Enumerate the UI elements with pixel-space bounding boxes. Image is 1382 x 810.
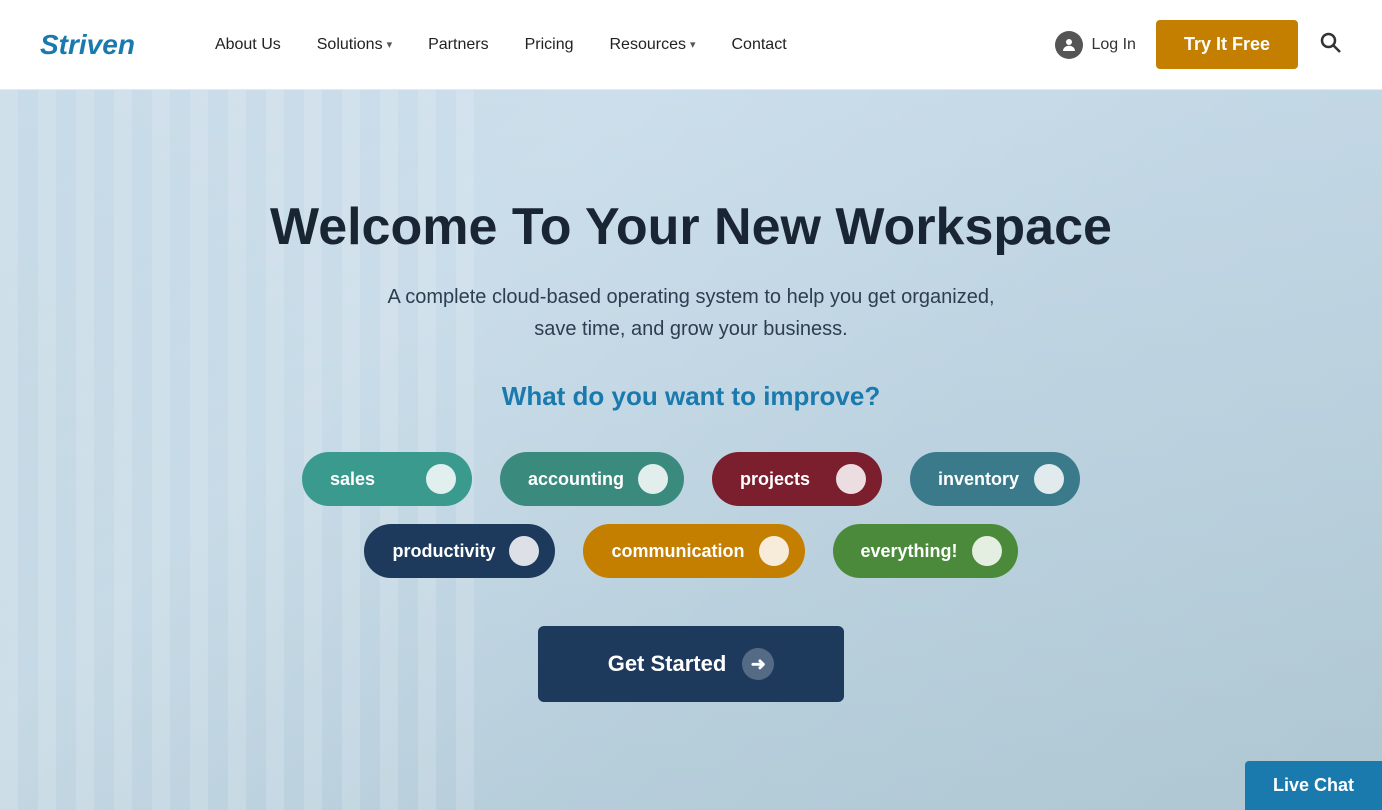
resources-chevron-icon: ▾: [690, 38, 696, 51]
pills-row-2: productivity communication everything!: [364, 524, 1017, 578]
pill-sales-indicator: [426, 464, 456, 494]
pill-communication-indicator: [759, 536, 789, 566]
try-free-button[interactable]: Try It Free: [1156, 20, 1298, 69]
hero-question: What do you want to improve?: [60, 381, 1322, 412]
pill-communication[interactable]: communication: [583, 524, 804, 578]
nav-partners[interactable]: Partners: [428, 36, 488, 54]
nav-pricing[interactable]: Pricing: [525, 36, 574, 54]
search-icon[interactable]: [1318, 30, 1342, 60]
nav-actions: Log In Try It Free: [1055, 20, 1342, 69]
pill-projects-indicator: [836, 464, 866, 494]
arrow-right-icon: ➜: [742, 648, 774, 680]
pill-productivity-indicator: [509, 536, 539, 566]
pill-everything-indicator: [972, 536, 1002, 566]
hero-section: Welcome To Your New Workspace A complete…: [0, 90, 1382, 810]
pills-container: sales accounting projects inventory: [60, 452, 1322, 578]
pill-inventory-indicator: [1034, 464, 1064, 494]
pills-row-1: sales accounting projects inventory: [302, 452, 1080, 506]
nav-solutions[interactable]: Solutions ▾: [317, 36, 392, 54]
nav-contact[interactable]: Contact: [732, 36, 787, 54]
nav-resources[interactable]: Resources ▾: [609, 36, 695, 54]
nav-about-us[interactable]: About Us: [215, 36, 281, 54]
pill-inventory[interactable]: inventory: [910, 452, 1080, 506]
login-button[interactable]: Log In: [1055, 31, 1135, 59]
nav-links: About Us Solutions ▾ Partners Pricing Re…: [215, 36, 1056, 54]
hero-content: Welcome To Your New Workspace A complete…: [0, 198, 1382, 703]
logo[interactable]: Striven: [40, 29, 135, 61]
pill-productivity[interactable]: productivity: [364, 524, 555, 578]
pill-sales[interactable]: sales: [302, 452, 472, 506]
logo-text: Striven: [40, 29, 135, 61]
pill-projects[interactable]: projects: [712, 452, 882, 506]
pill-accounting-indicator: [638, 464, 668, 494]
pill-everything[interactable]: everything!: [833, 524, 1018, 578]
navbar: Striven About Us Solutions ▾ Partners Pr…: [0, 0, 1382, 90]
solutions-chevron-icon: ▾: [387, 38, 393, 51]
user-icon: [1055, 31, 1083, 59]
hero-title: Welcome To Your New Workspace: [60, 198, 1322, 258]
get-started-button[interactable]: Get Started ➜: [538, 626, 845, 702]
pill-accounting[interactable]: accounting: [500, 452, 684, 506]
live-chat-button[interactable]: Live Chat: [1245, 761, 1382, 810]
hero-subtitle: A complete cloud-based operating system …: [60, 281, 1322, 345]
